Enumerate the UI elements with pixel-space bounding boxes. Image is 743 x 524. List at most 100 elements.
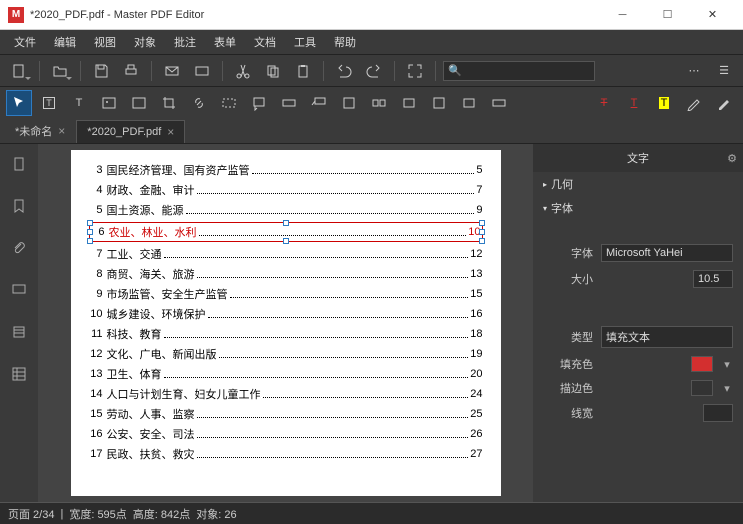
toolbar-tools: T T T T T: [0, 86, 743, 118]
left-sidebar: [0, 144, 38, 502]
paste-button[interactable]: [290, 58, 316, 84]
section-geometry[interactable]: ▸几何: [533, 172, 743, 196]
crop-tool[interactable]: [156, 90, 182, 116]
close-button[interactable]: ✕: [690, 1, 735, 29]
fill-label: 填充色: [543, 356, 593, 372]
callout-tool[interactable]: [306, 90, 332, 116]
document-tabs: *未命名× *2020_PDF.pdf×: [0, 118, 743, 144]
menu-icon[interactable]: ☰: [711, 58, 737, 84]
stroke-label: 描边色: [543, 380, 593, 396]
menu-edit[interactable]: 编辑: [46, 31, 84, 53]
dropdown-icon[interactable]: ▾: [721, 358, 733, 371]
underline-tool[interactable]: T: [621, 90, 647, 116]
menu-file[interactable]: 文件: [6, 31, 44, 53]
menu-document[interactable]: 文档: [246, 31, 284, 53]
toc-row[interactable]: 17民政、扶贫、救灾27: [89, 446, 483, 462]
statusbar: 页面 2/34 | 宽度: 595点 高度: 842点 对象: 26: [0, 502, 743, 524]
toc-row[interactable]: 14人口与计划生育、妇女儿童工作24: [89, 386, 483, 402]
highlight-text-tool[interactable]: T: [651, 90, 677, 116]
fields-panel-icon[interactable]: [7, 362, 31, 386]
note-tool[interactable]: [246, 90, 272, 116]
menu-help[interactable]: 帮助: [326, 31, 364, 53]
menu-view[interactable]: 视图: [86, 31, 124, 53]
save-button[interactable]: [88, 58, 114, 84]
toc-row[interactable]: 8商贸、海关、旅游13: [89, 266, 483, 282]
tab-close-icon[interactable]: ×: [58, 124, 65, 138]
search-input[interactable]: [443, 61, 595, 81]
type-value[interactable]: 填充文本: [601, 326, 733, 348]
initial-tool[interactable]: [426, 90, 452, 116]
cut-button[interactable]: [230, 58, 256, 84]
tab-close-icon[interactable]: ×: [167, 125, 174, 139]
link-tool[interactable]: [186, 90, 212, 116]
textbox-tool[interactable]: [216, 90, 242, 116]
toc-row[interactable]: 9市场监管、安全生产监管15: [89, 286, 483, 302]
menu-annotate[interactable]: 批注: [166, 31, 204, 53]
tab-document[interactable]: *2020_PDF.pdf×: [76, 120, 185, 143]
text-select-tool[interactable]: T: [36, 90, 62, 116]
scan-button[interactable]: [189, 58, 215, 84]
properties-panel: 文字 ⚙ ▸几何 ▾字体 字体Microsoft YaHei 大小10.5 类型…: [533, 144, 743, 502]
eraser-tool[interactable]: [711, 90, 737, 116]
size-value[interactable]: 10.5: [693, 270, 733, 288]
open-button[interactable]: [47, 58, 73, 84]
signature-tool[interactable]: [396, 90, 422, 116]
stamp-tool[interactable]: [276, 90, 302, 116]
print-button[interactable]: [118, 58, 144, 84]
pencil-tool[interactable]: [681, 90, 707, 116]
menu-tools[interactable]: 工具: [286, 31, 324, 53]
pages-panel-icon[interactable]: [7, 152, 31, 176]
layers-panel-icon[interactable]: [7, 320, 31, 344]
comments-panel-icon[interactable]: [7, 278, 31, 302]
linewidth-label: 线宽: [543, 405, 593, 421]
attachments-panel-icon[interactable]: [7, 236, 31, 260]
tab-unnamed[interactable]: *未命名×: [4, 118, 76, 143]
font-label: 字体: [543, 245, 593, 261]
titlebar: M *2020_PDF.pdf - Master PDF Editor ─ ☐ …: [0, 0, 743, 30]
toc-row[interactable]: 15劳动、人事、监察25: [89, 406, 483, 422]
select-tool[interactable]: [6, 90, 32, 116]
stroke-color-swatch[interactable]: [691, 380, 713, 396]
maximize-button[interactable]: ☐: [645, 1, 690, 29]
minimize-button[interactable]: ─: [600, 1, 645, 29]
panel-header: 文字 ⚙: [533, 144, 743, 172]
copy-button[interactable]: [260, 58, 286, 84]
toc-row[interactable]: 11科技、教育18: [89, 326, 483, 342]
document-area[interactable]: 3国民经济管理、国有资产监管5 4财政、金融、审计7 5国土资源、能源9 6农业、林业…: [38, 144, 533, 502]
bookmarks-panel-icon[interactable]: [7, 194, 31, 218]
more-icon[interactable]: ⋯: [681, 58, 707, 84]
email-button[interactable]: [159, 58, 185, 84]
toc-row[interactable]: 3国民经济管理、国有资产监管5: [89, 162, 483, 178]
menubar: 文件 编辑 视图 对象 批注 表单 文档 工具 帮助: [0, 30, 743, 54]
toc-row[interactable]: 16公安、安全、司法26: [89, 426, 483, 442]
toc-row[interactable]: 12文化、广电、新闻出版19: [89, 346, 483, 362]
toc-row[interactable]: 6农业、林业、水利10: [89, 222, 483, 242]
fit-button[interactable]: [402, 58, 428, 84]
toc-row[interactable]: 7工业、交通12: [89, 246, 483, 262]
dropdown-icon[interactable]: ▾: [721, 382, 733, 395]
line-tool[interactable]: [486, 90, 512, 116]
highlight-tool[interactable]: [366, 90, 392, 116]
linewidth-value[interactable]: [703, 404, 733, 422]
form-tool[interactable]: [126, 90, 152, 116]
redo-button[interactable]: [361, 58, 387, 84]
section-font[interactable]: ▾字体: [533, 196, 743, 220]
toc-row[interactable]: 10城乡建设、环境保护16: [89, 306, 483, 322]
toc-row[interactable]: 13卫生、体育20: [89, 366, 483, 382]
pdf-page: 3国民经济管理、国有资产监管5 4财政、金融、审计7 5国土资源、能源9 6农业、林业…: [71, 150, 501, 496]
fill-color-swatch[interactable]: [691, 356, 713, 372]
type-label: 类型: [543, 329, 593, 345]
font-value[interactable]: Microsoft YaHei: [601, 244, 733, 262]
text-tool[interactable]: T: [66, 90, 92, 116]
menu-object[interactable]: 对象: [126, 31, 164, 53]
attachment-tool[interactable]: [456, 90, 482, 116]
image-tool[interactable]: [96, 90, 122, 116]
shape-tool[interactable]: [336, 90, 362, 116]
toc-row[interactable]: 5国土资源、能源9: [89, 202, 483, 218]
new-button[interactable]: [6, 58, 32, 84]
strikeout-tool[interactable]: T: [591, 90, 617, 116]
toc-row[interactable]: 4财政、金融、审计7: [89, 182, 483, 198]
menu-form[interactable]: 表单: [206, 31, 244, 53]
settings-icon[interactable]: ⚙: [727, 152, 737, 165]
undo-button[interactable]: [331, 58, 357, 84]
